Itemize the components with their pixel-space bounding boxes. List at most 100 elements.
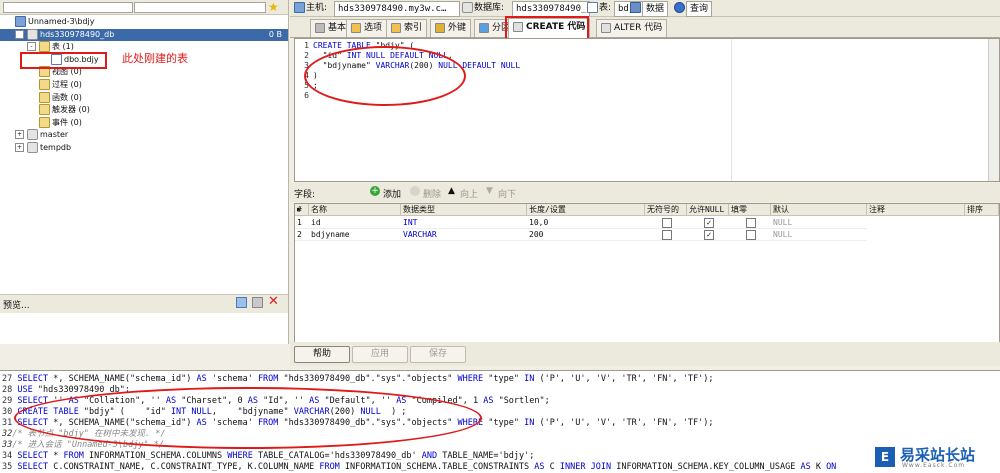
preview-area [0,313,289,343]
tree-filter-input[interactable] [3,2,133,13]
log-line-text: SELECT *, SCHEMA_NAME("schema_id") AS 's… [17,374,714,384]
grid-header-3[interactable]: 长度/设置 [527,204,645,216]
zerofill-checkbox[interactable] [746,229,756,240]
grid-header-2[interactable]: 数据类型 [401,204,527,216]
editor-scrollbar[interactable] [988,39,999,181]
tree-node[interactable]: 函数 (0) [0,91,288,104]
options-icon [351,22,361,33]
tab-options[interactable]: 选项 [346,19,388,37]
delete-field-button[interactable]: 删除 [423,187,441,200]
grid-cell-type[interactable]: VARCHAR [401,229,527,241]
zerofill-checkbox[interactable] [746,217,756,228]
grid-cell-allow_null: ✓ [687,229,729,241]
data-tab[interactable]: 数据 [642,1,669,17]
tree-node[interactable]: - hds330978490_db 0 B [0,28,288,41]
table-label: 表: [599,3,612,13]
log-line-number: 34 [2,451,13,461]
grid-cell-num[interactable]: 2 [295,229,309,241]
grid-header-8[interactable]: 注释 [867,204,965,216]
tree-node[interactable]: + tempdb [0,142,288,154]
tab-lightning[interactable]: 索引 [386,19,428,37]
star-icon[interactable]: ★ [268,0,279,14]
grid-cell-default[interactable]: NULL [771,217,867,229]
grid-cell-name[interactable]: id [309,217,401,229]
up-arrow-icon: ▲ [448,186,455,196]
database-icon [27,28,38,40]
help-button[interactable]: 帮助 [294,346,350,363]
unsigned-checkbox[interactable] [662,217,672,228]
expander-icon[interactable]: - [27,42,36,52]
copy-icon[interactable] [236,297,247,308]
tab-alter-code[interactable]: ALTER 代码 [596,19,668,37]
apply-button[interactable]: 应用 [352,346,408,363]
grid-cell-default[interactable]: NULL [771,229,867,241]
database-label: 数据库: [474,3,505,13]
tree-node-label: 函数 (0) [52,92,82,102]
grid-cell-num[interactable]: 1 [295,217,309,229]
host-label: 主机: [306,3,328,13]
database-tab[interactable]: hds330978490_db [512,1,597,17]
close-icon[interactable]: ✕ [268,294,279,309]
database-icon [462,1,473,15]
preview-bar: 预览... ✕ [0,294,288,313]
tree-node[interactable]: 触发器 (0) [0,104,288,116]
tab-gear[interactable]: 基本 [310,19,352,37]
tree-filter-bar: ★ [0,0,288,15]
grid-cell-name[interactable]: bdjyname [309,229,401,241]
unsigned-checkbox[interactable] [662,229,672,240]
line-number: 1 [304,41,309,50]
tree-node[interactable]: 过程 (0) [0,79,288,91]
tab-link[interactable]: 外键 [430,19,472,37]
editor-tabs: 基本 选项 索引 外键 分区 CREATE 代码 ALTER 代码 [290,17,1000,38]
tree-node[interactable]: Unnamed-3\bdjy [0,16,288,28]
folder-icon [39,116,50,128]
add-icon: + [370,186,380,196]
line-number: 2 [304,51,309,60]
row-selector-icon: ▶ [297,206,301,213]
log-line-number: 31 [2,418,13,428]
tree-node-label: Unnamed-3\bdjy [28,17,95,26]
database-icon [27,129,38,141]
grid-header-7[interactable]: 默认 [771,204,867,216]
query-tab[interactable]: 查询 [686,1,713,17]
breadcrumb-bar: 主机: hds330978490.my3w.c… 数据库: hds3309784… [290,0,1000,17]
tree-node[interactable]: 事件 (0) [0,116,288,129]
fields-grid[interactable]: # 名称 数据类型 长度/设置 无符号的 允许NULL 填零 默认 注释 排序 1 id INT 10,0… [294,203,1000,343]
editor-margin-line [731,39,732,181]
save-button[interactable]: 保存 [410,346,466,363]
grid-cell-length[interactable]: 10,0 [527,217,645,229]
add-field-button[interactable]: 添加 [383,187,401,200]
log-line-text: SELECT * FROM INFORMATION_SCHEMA.COLUMNS… [17,451,535,461]
allow-null-checkbox[interactable]: ✓ [704,217,714,228]
log-line-number: 33 [2,440,13,450]
host-tab[interactable]: hds330978490.my3w.c… [334,1,460,17]
grid-cell-allow_null: ✓ [687,217,729,229]
database-icon [27,142,38,153]
gear-icon [315,22,325,33]
grid-header-9[interactable]: 排序 [965,204,999,216]
grid-cell-length[interactable]: 200 [527,229,645,241]
expander-icon[interactable]: + [15,130,24,140]
log-line-number: 35 [2,462,13,472]
grid-header-5[interactable]: 允许NULL [687,204,729,216]
watermark-logo-icon: E [875,447,895,467]
allow-null-checkbox[interactable]: ✓ [704,229,714,240]
tab-label: ALTER 代码 [614,23,663,33]
grid-cell-type[interactable]: INT [401,217,527,229]
grid-header-4[interactable]: 无符号的 [645,204,687,216]
save-icon[interactable] [252,297,263,308]
preview-label: 预览... [3,301,30,311]
tree-node-label: hds330978490_db [40,29,115,39]
move-down-button[interactable]: 向下 [498,187,516,200]
folder-icon [39,91,50,103]
tree-node-label: 触发器 (0) [52,105,90,115]
tree-node-label: tempdb [40,143,72,152]
grid-header-6[interactable]: 填零 [729,204,771,216]
expander-icon[interactable]: - [15,29,24,39]
expander-icon[interactable]: + [15,143,24,152]
grid-header-1[interactable]: 名称 [309,204,401,216]
table-filter-input[interactable] [134,2,266,13]
move-up-button[interactable]: 向上 [460,187,478,200]
tree-node[interactable]: + master [0,129,288,141]
delete-icon [410,186,420,196]
